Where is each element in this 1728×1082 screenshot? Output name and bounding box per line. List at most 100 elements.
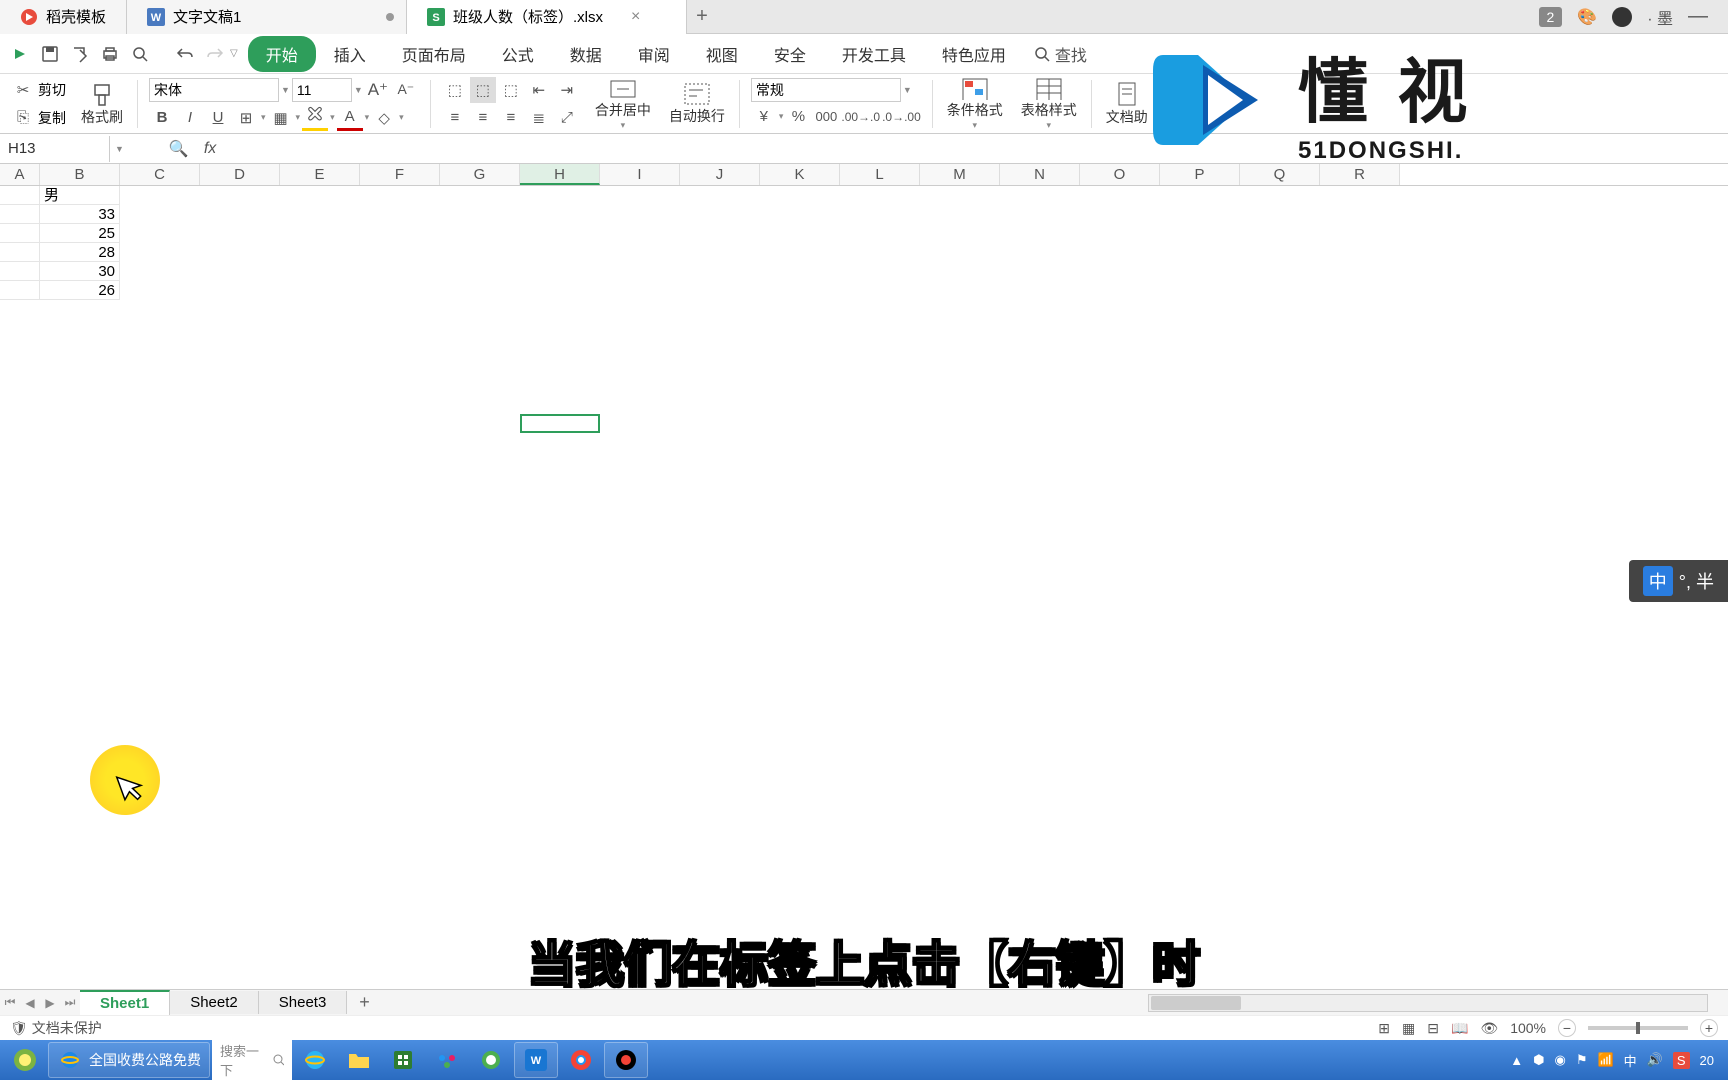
- ribbon-tab-page[interactable]: 页面布局: [384, 36, 484, 72]
- col-header-h[interactable]: H: [520, 164, 600, 185]
- col-header-e[interactable]: E: [280, 164, 360, 185]
- tray-ime-icon[interactable]: 中: [1624, 1051, 1637, 1070]
- name-box-dropdown-icon[interactable]: ▼: [110, 144, 129, 154]
- print-icon[interactable]: [95, 39, 125, 69]
- cell-b3[interactable]: 25: [40, 224, 120, 243]
- view-focus-icon[interactable]: 👁: [1480, 1020, 1498, 1037]
- col-header-d[interactable]: D: [200, 164, 280, 185]
- sheet-tab-2[interactable]: Sheet2: [170, 991, 259, 1014]
- taskbar-wps[interactable]: W: [514, 1042, 558, 1078]
- col-header-o[interactable]: O: [1080, 164, 1160, 185]
- close-icon[interactable]: ×: [631, 8, 640, 26]
- view-read-icon[interactable]: 📖: [1451, 1020, 1468, 1037]
- cell-b1[interactable]: 男: [40, 186, 120, 205]
- new-tab-button[interactable]: +: [687, 5, 717, 28]
- sheet-nav-prev-icon[interactable]: ◀: [20, 996, 40, 1010]
- ribbon-tab-insert[interactable]: 插入: [316, 36, 384, 72]
- tray-security-icon[interactable]: ⬢: [1533, 1052, 1544, 1068]
- cut-label[interactable]: 剪切: [38, 80, 66, 100]
- tray-flag-icon[interactable]: ⚑: [1576, 1052, 1588, 1068]
- col-header-k[interactable]: K: [760, 164, 840, 185]
- view-break-icon[interactable]: ⊟: [1427, 1020, 1439, 1037]
- col-header-j[interactable]: J: [680, 164, 760, 185]
- col-header-a[interactable]: A: [0, 164, 40, 185]
- wrap-text-button[interactable]: 自动换行: [661, 77, 733, 131]
- increase-decimal-icon[interactable]: .00→.0: [841, 104, 880, 130]
- taskbar-360[interactable]: [470, 1042, 512, 1078]
- view-normal-icon[interactable]: ⊞: [1378, 1020, 1390, 1037]
- col-header-n[interactable]: N: [1000, 164, 1080, 185]
- font-name-select[interactable]: [149, 78, 279, 102]
- cell-fill-icon[interactable]: ▦: [268, 105, 294, 131]
- comma-icon[interactable]: 000: [813, 104, 839, 130]
- number-format-select[interactable]: [751, 78, 901, 102]
- decrease-decimal-icon[interactable]: .0→.00: [882, 104, 921, 130]
- col-header-b[interactable]: B: [40, 164, 120, 185]
- col-header-f[interactable]: F: [360, 164, 440, 185]
- col-header-g[interactable]: G: [440, 164, 520, 185]
- save-as-icon[interactable]: [65, 39, 95, 69]
- sheet-tab-3[interactable]: Sheet3: [259, 991, 348, 1014]
- add-sheet-button[interactable]: +: [347, 992, 382, 1013]
- undo-icon[interactable]: [170, 39, 200, 69]
- zoom-level[interactable]: 100%: [1510, 1020, 1546, 1036]
- save-icon[interactable]: [35, 39, 65, 69]
- conditional-format-button[interactable]: 条件格式▾: [939, 77, 1011, 131]
- copy-icon[interactable]: ⎘: [10, 105, 36, 131]
- table-style-button[interactable]: 表格样式▾: [1013, 77, 1085, 131]
- zoom-fx-icon[interactable]: 🔍: [169, 139, 189, 159]
- minimize-button[interactable]: —: [1688, 5, 1708, 28]
- taskbar-recorder[interactable]: [604, 1042, 648, 1078]
- sheet-nav-next-icon[interactable]: ▶: [40, 996, 60, 1010]
- cell-b5[interactable]: 30: [40, 262, 120, 281]
- align-right-icon[interactable]: ≡: [498, 105, 524, 131]
- taskbar-explorer[interactable]: [338, 1042, 380, 1078]
- ribbon-tab-start[interactable]: 开始: [248, 36, 316, 72]
- tray-time[interactable]: 20: [1700, 1053, 1714, 1068]
- ribbon-tab-view[interactable]: 视图: [688, 36, 756, 72]
- clear-format-icon[interactable]: ◇: [371, 105, 397, 131]
- sheet-nav-last-icon[interactable]: ⏭: [60, 995, 80, 1010]
- col-header-r[interactable]: R: [1320, 164, 1400, 185]
- name-box[interactable]: [0, 136, 110, 162]
- cell-b6[interactable]: 26: [40, 281, 120, 300]
- ribbon-tab-review[interactable]: 审阅: [620, 36, 688, 72]
- tray-app-icon[interactable]: S: [1673, 1052, 1690, 1069]
- percent-icon[interactable]: %: [785, 104, 811, 130]
- chevron-down-icon[interactable]: ▼: [281, 85, 290, 95]
- redo-icon[interactable]: [200, 39, 230, 69]
- col-header-q[interactable]: Q: [1240, 164, 1320, 185]
- cell-b2[interactable]: 33: [40, 205, 120, 224]
- tray-360-icon[interactable]: ◉: [1554, 1052, 1565, 1068]
- taskbar-chrome[interactable]: [560, 1042, 602, 1078]
- ribbon-tab-special[interactable]: 特色应用: [924, 36, 1024, 72]
- ribbon-tab-dev[interactable]: 开发工具: [824, 36, 924, 72]
- increase-font-icon[interactable]: A⁺: [365, 77, 391, 103]
- tray-network-icon[interactable]: 📶: [1597, 1052, 1613, 1068]
- align-left-icon[interactable]: ≡: [442, 105, 468, 131]
- tab-spreadsheet[interactable]: S 班级人数（标签）.xlsx ×: [407, 0, 687, 34]
- tab-word-doc[interactable]: W 文字文稿1: [127, 0, 407, 34]
- sheet-nav-first-icon[interactable]: ⏮: [0, 995, 20, 1010]
- menu-arrow-icon[interactable]: [5, 39, 35, 69]
- search-group[interactable]: 查找: [1034, 42, 1087, 66]
- taskbar-baidu[interactable]: [426, 1042, 468, 1078]
- spreadsheet-grid[interactable]: A B C D E F G H I J K L M N O P Q R 男 33…: [0, 164, 1728, 934]
- ribbon-tab-formula[interactable]: 公式: [484, 36, 552, 72]
- copy-label[interactable]: 复制: [38, 108, 66, 128]
- col-header-i[interactable]: I: [600, 164, 680, 185]
- align-bottom-icon[interactable]: ⬚: [498, 77, 524, 103]
- indent-increase-icon[interactable]: ⇥: [554, 77, 580, 103]
- fx-icon[interactable]: fx: [204, 140, 216, 158]
- taskbar-ie2[interactable]: [294, 1042, 336, 1078]
- ribbon-tab-data[interactable]: 数据: [552, 36, 620, 72]
- horizontal-scrollbar[interactable]: [1148, 994, 1708, 1012]
- taskbar-search[interactable]: 搜索一下: [212, 1038, 292, 1082]
- font-color-icon[interactable]: A: [337, 105, 363, 131]
- chevron-down-icon[interactable]: ▼: [354, 85, 363, 95]
- tray-volume-icon[interactable]: 🔊: [1647, 1052, 1663, 1068]
- indent-decrease-icon[interactable]: ⇤: [526, 77, 552, 103]
- format-painter-button[interactable]: 格式刷: [73, 77, 131, 131]
- font-size-select[interactable]: [292, 78, 352, 102]
- skin-icon[interactable]: 🎨: [1577, 7, 1597, 27]
